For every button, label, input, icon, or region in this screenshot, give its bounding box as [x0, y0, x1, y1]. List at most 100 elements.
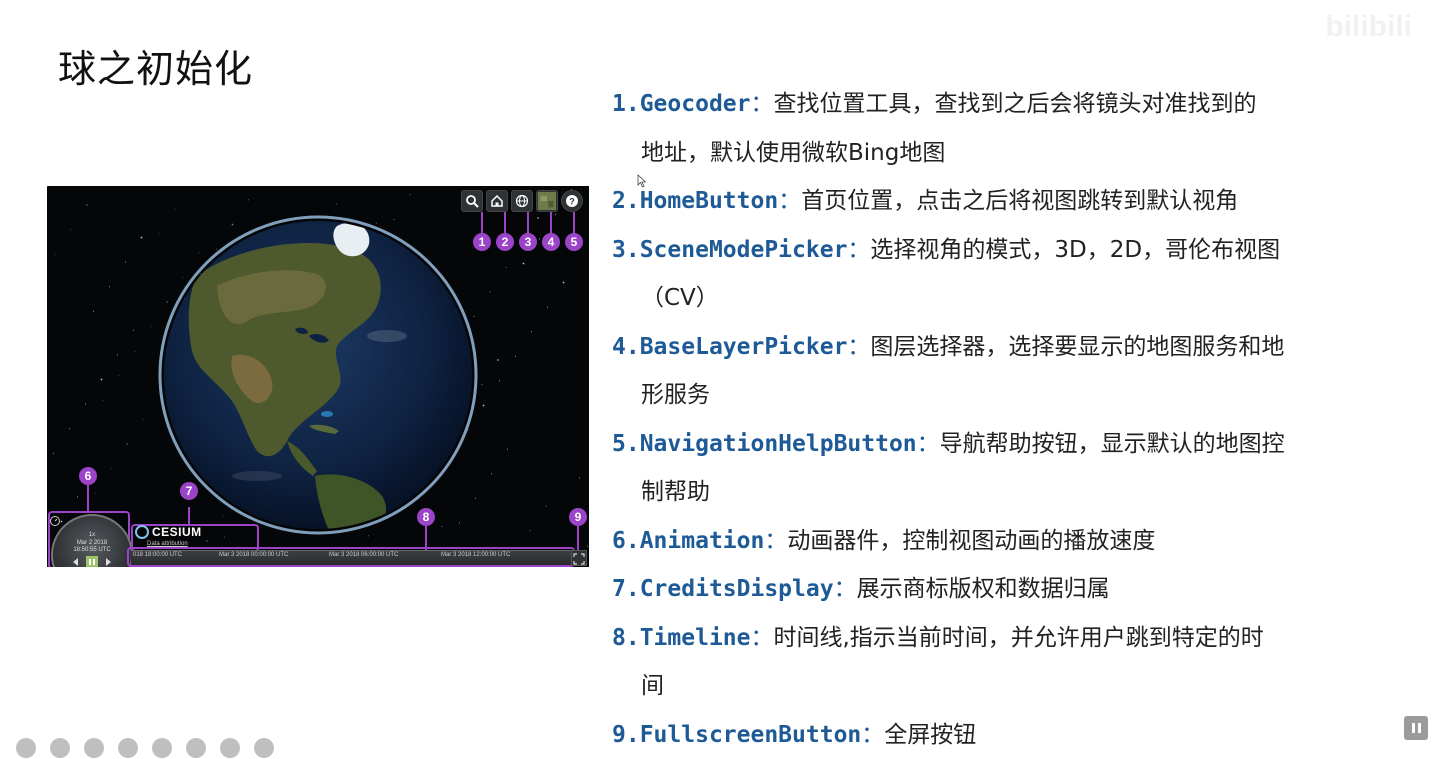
item-widget-name: SceneModePicker	[640, 237, 848, 263]
item-colon: ：	[750, 91, 773, 117]
list-item: 7.CreditsDisplay：展示商标版权和数据归属	[612, 565, 1412, 614]
item-colon: ：	[847, 237, 870, 263]
item-number: 1.	[612, 91, 640, 117]
item-description-continued: 形服务	[612, 371, 1412, 420]
item-description-continued: （CV）	[612, 274, 1412, 323]
fullscreen-icon	[572, 552, 586, 566]
cesium-viewer[interactable]: ? 1 2 3 4 5 6 1x Mar 2 2018 18:50:55 UTC…	[47, 186, 589, 567]
credits-display[interactable]: CESIUM	[135, 525, 202, 539]
item-widget-name: CreditsDisplay	[640, 576, 834, 602]
fullscreen-button[interactable]	[571, 550, 587, 566]
item-number: 8.	[612, 625, 640, 651]
clock-icon[interactable]	[49, 515, 61, 527]
list-item: 2.HomeButton：首页位置，点击之后将视图跳转到默认视角	[612, 177, 1412, 226]
badge-1: 1	[473, 233, 491, 251]
item-colon: ：	[750, 625, 773, 651]
layers-icon	[538, 192, 556, 210]
list-item: 5.NavigationHelpButton：导航帮助按钮，显示默认的地图控制帮…	[612, 420, 1412, 517]
tool-icon[interactable]	[186, 738, 206, 758]
pause-button[interactable]	[1404, 716, 1428, 740]
list-item: 4.BaseLayerPicker：图层选择器，选择要显示的地图服务和地形服务	[612, 323, 1412, 420]
bilibili-watermark: bilibili	[1122, 6, 1412, 52]
home-icon	[490, 194, 504, 208]
item-number: 9.	[612, 722, 640, 748]
item-widget-name: Timeline	[640, 625, 751, 651]
animation-controls	[69, 556, 115, 567]
badge-2: 2	[496, 233, 514, 251]
pause-icon-bar	[93, 559, 95, 565]
item-colon: ：	[917, 431, 940, 457]
item-colon: ：	[847, 334, 870, 360]
geocoder-button[interactable]	[461, 190, 483, 212]
item-colon: ：	[764, 528, 787, 554]
pause-icon-bar	[1418, 723, 1421, 733]
item-number: 4.	[612, 334, 640, 360]
badge-5: 5	[565, 233, 583, 251]
home-button[interactable]	[486, 190, 508, 212]
animation-speed: 1x	[53, 532, 131, 538]
item-colon: ：	[834, 576, 857, 602]
item-number: 5.	[612, 431, 640, 457]
badge-9: 9	[569, 508, 587, 526]
item-widget-name: Geocoder	[640, 91, 751, 117]
watermark-text: bilibili	[1325, 10, 1412, 44]
pause-icon-bar	[1412, 723, 1415, 733]
item-widget-name: FullscreenButton	[640, 722, 862, 748]
item-number: 7.	[612, 576, 640, 602]
scene-mode-picker-button[interactable]	[511, 190, 533, 212]
list-item: 8.Timeline：时间线,指示当前时间，并允许用户跳到特定的时间	[612, 614, 1412, 711]
svg-text:?: ?	[569, 197, 575, 207]
slide-title: 球之初始化	[58, 38, 253, 93]
viewer-toolbar: ?	[461, 190, 583, 212]
tool-icon[interactable]	[50, 738, 70, 758]
globe-icon	[515, 194, 529, 208]
item-description: 查找位置工具，查找到之后会将镜头对准找到的	[773, 91, 1256, 117]
tool-icon[interactable]	[152, 738, 172, 758]
help-icon: ?	[565, 194, 579, 208]
item-description: 导航帮助按钮，显示默认的地图控	[940, 431, 1285, 457]
play-forward-icon[interactable]	[106, 558, 111, 566]
animation-date: Mar 2 2018	[53, 540, 131, 546]
badge-6: 6	[79, 467, 97, 485]
item-number: 3.	[612, 237, 640, 263]
item-widget-name: Animation	[640, 528, 765, 554]
item-description-continued: 制帮助	[612, 468, 1412, 517]
item-description: 动画器件，控制视图动画的播放速度	[787, 528, 1155, 554]
item-number: 2.	[612, 188, 640, 214]
item-widget-name: BaseLayerPicker	[640, 334, 848, 360]
tool-icon[interactable]	[220, 738, 240, 758]
list-item: 3.SceneModePicker：选择视角的模式，3D，2D，哥伦布视图 （CV…	[612, 226, 1412, 323]
list-item: 1.Geocoder：查找位置工具，查找到之后会将镜头对准找到的地址，默认使用微…	[612, 80, 1412, 177]
cesium-logo-text: CESIUM	[152, 525, 202, 539]
item-description-continued: 间	[612, 662, 1412, 711]
item-description: 时间线,指示当前时间，并允许用户跳到特定的时	[773, 625, 1263, 651]
badge-8: 8	[417, 508, 435, 526]
item-description: 首页位置，点击之后将视图跳转到默认视角	[801, 188, 1238, 214]
item-colon: ：	[778, 188, 801, 214]
tool-icon[interactable]	[16, 738, 36, 758]
item-number: 6.	[612, 528, 640, 554]
badge-3: 3	[519, 233, 537, 251]
badge-stem	[188, 507, 190, 525]
item-description-continued: 地址，默认使用微软Bing地图	[612, 129, 1412, 178]
tool-icon[interactable]	[118, 738, 138, 758]
badge-7: 7	[180, 482, 198, 500]
bottom-toolbar	[16, 738, 274, 758]
tool-icon[interactable]	[84, 738, 104, 758]
item-description: 展示商标版权和数据归属	[857, 576, 1110, 602]
item-description: 选择视角的模式，3D，2D，哥伦布视图	[870, 237, 1280, 263]
play-reverse-icon[interactable]	[73, 558, 78, 566]
cesium-logo-icon	[135, 525, 149, 539]
animation-time: 18:50:55 UTC	[53, 547, 131, 553]
navigation-help-button[interactable]: ?	[561, 190, 583, 212]
timeline-highlight-frame	[127, 547, 575, 567]
list-item: 6.Animation：动画器件，控制视图动画的播放速度	[612, 517, 1412, 566]
tool-icon[interactable]	[254, 738, 274, 758]
badge-stem	[87, 484, 89, 512]
search-icon	[465, 194, 479, 208]
item-description: 全屏按钮	[884, 722, 976, 748]
widget-description-list: 1.Geocoder：查找位置工具，查找到之后会将镜头对准找到的地址，默认使用微…	[612, 80, 1412, 759]
pause-button[interactable]	[86, 556, 98, 567]
item-widget-name: NavigationHelpButton	[640, 431, 917, 457]
base-layer-picker-button[interactable]	[536, 190, 558, 212]
